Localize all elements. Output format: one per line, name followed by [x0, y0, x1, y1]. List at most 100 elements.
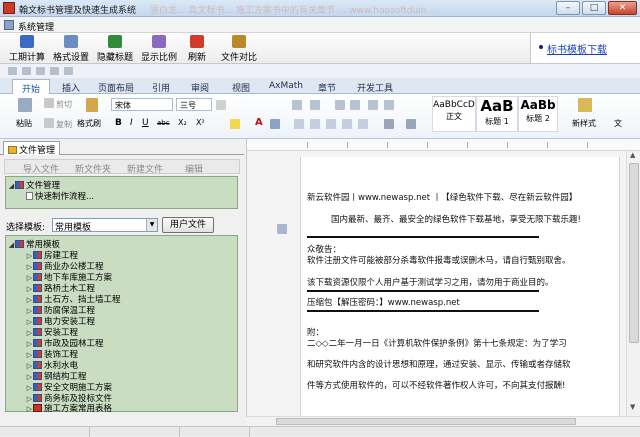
expand-icon[interactable]: ▷ [26, 362, 33, 370]
collapse-icon[interactable]: ◢ [8, 241, 15, 249]
tree-item[interactable]: ▷ 商业办公楼工程 [26, 260, 104, 272]
document-page[interactable]: 新云软件园丨www.newasp.net 丨【绿色软件下载、尽在新云软件园】 国… [300, 157, 620, 416]
new-style-button[interactable]: 新样式 [572, 118, 596, 129]
shading-icon[interactable] [384, 119, 394, 129]
tab-home[interactable]: 开始 [12, 79, 51, 95]
font-size-select[interactable]: 三号 [176, 98, 212, 111]
font-name-select[interactable]: 宋体 [111, 98, 173, 111]
collapse-icon[interactable]: ◢ [8, 182, 15, 190]
tab-insert[interactable]: 插入 [62, 81, 80, 94]
expand-icon[interactable]: ▷ [26, 307, 33, 315]
new-folder-button[interactable]: 新文件夹 [75, 162, 111, 175]
subscript-button[interactable]: X₂ [178, 118, 187, 127]
align-right-icon[interactable] [326, 119, 336, 129]
scroll-thumb[interactable] [276, 418, 576, 425]
user-files-button[interactable]: 用户文件 [162, 217, 214, 233]
justify-icon[interactable] [342, 119, 352, 129]
tree-root-common-templates[interactable]: ◢ 常用模板 [8, 238, 60, 250]
tree-item[interactable]: ▷ 房建工程 [26, 249, 78, 261]
borders-icon[interactable] [406, 119, 416, 129]
scroll-down-icon[interactable]: ▼ [630, 403, 635, 411]
italic-button[interactable]: I [130, 118, 133, 128]
undo-icon[interactable] [50, 67, 59, 75]
expand-icon[interactable]: ▷ [26, 285, 33, 293]
bold-button[interactable]: B [115, 118, 122, 128]
format-settings-button[interactable]: 格式设置 [50, 35, 92, 63]
ribbon-more-label[interactable]: 文 [614, 118, 622, 129]
sort-icon[interactable] [368, 100, 378, 110]
hide-title-button[interactable]: 隐藏标题 [94, 35, 136, 63]
print-icon[interactable] [36, 67, 45, 75]
template-download-link[interactable]: 标书模板下载 [547, 41, 607, 56]
tab-chapter[interactable]: 章节 [318, 81, 336, 94]
new-file-button[interactable]: 新建文件 [127, 162, 163, 175]
scroll-up-icon[interactable]: ▲ [630, 151, 635, 159]
tree-item[interactable]: ▷ 安全文明施工方案 [26, 381, 112, 393]
tree-item[interactable]: ▷ 路桥土木工程 [26, 282, 95, 294]
system-menu[interactable]: 系统管理 [18, 20, 54, 33]
expand-icon[interactable]: ▷ [26, 351, 33, 359]
tab-review[interactable]: 审阅 [191, 81, 209, 94]
expand-icon[interactable]: ▷ [26, 263, 33, 271]
open-icon[interactable] [22, 67, 31, 75]
line-spacing-icon[interactable] [358, 119, 368, 129]
maximize-button[interactable]: □ [582, 1, 606, 15]
tree-item[interactable]: ▷ 市政及园林工程 [26, 337, 104, 349]
close-button[interactable]: ✕ [608, 1, 637, 15]
expand-icon[interactable]: ▷ [26, 340, 33, 348]
refresh-button[interactable]: 刷新 [184, 35, 210, 63]
align-left-icon[interactable] [294, 119, 304, 129]
tree-item[interactable]: ▷ 装饰工程 [26, 348, 78, 360]
copy-button[interactable]: 复制 [56, 119, 72, 130]
tab-developer[interactable]: 开发工具 [357, 81, 393, 94]
tab-file-manager[interactable]: 文件管理 [3, 141, 61, 156]
strikethrough-button[interactable]: abc [157, 119, 170, 127]
new-style-icon[interactable] [578, 98, 592, 112]
tab-page-layout[interactable]: 页面布局 [98, 81, 134, 94]
tree-item[interactable]: ▷ 施工方案常用表格 [26, 402, 112, 414]
tree-root-file-manager[interactable]: ◢ 文件管理 [8, 179, 60, 191]
font-color-button[interactable]: A [255, 117, 263, 128]
tree-item[interactable]: ▷ 商务标及投标文件 [26, 392, 112, 404]
format-painter-button[interactable]: 格式刷 [77, 118, 101, 129]
format-painter-icon[interactable] [86, 98, 98, 112]
tree-item[interactable]: ▷ 土石方、挡土墙工程 [26, 293, 121, 305]
outdent-icon[interactable] [335, 100, 345, 110]
expand-icon[interactable]: ▷ [26, 252, 33, 260]
highlight-icon[interactable] [230, 119, 240, 129]
tree-item[interactable]: ▷ 钢结构工程 [26, 370, 87, 382]
tree-item[interactable]: ▷ 地下车库施工方案 [26, 271, 112, 283]
save-icon[interactable] [8, 67, 17, 75]
tab-references[interactable]: 引用 [152, 81, 170, 94]
tree-item[interactable]: ▷ 电力安装工程 [26, 315, 95, 327]
align-center-icon[interactable] [310, 119, 320, 129]
show-marks-icon[interactable] [384, 100, 394, 110]
edit-button[interactable]: 编辑 [185, 162, 203, 175]
char-border-icon[interactable] [270, 119, 280, 129]
numbering-icon[interactable] [310, 100, 320, 110]
file-compare-button[interactable]: 文件对比 [218, 35, 260, 63]
template-select[interactable]: 常用模板 ▼ [52, 218, 158, 233]
style-normal[interactable]: AaBbCcD 正文 [432, 96, 476, 132]
grow-font-icon[interactable] [216, 100, 226, 110]
expand-icon[interactable]: ▷ [26, 318, 33, 326]
tree-item[interactable]: ▷ 安装工程 [26, 326, 78, 338]
expand-icon[interactable]: ▷ [26, 384, 33, 392]
expand-icon[interactable]: ▷ [26, 373, 33, 381]
paragraph-options-icon[interactable] [277, 224, 287, 234]
paste-button[interactable]: 粘贴 [16, 118, 32, 129]
scroll-thumb[interactable] [629, 163, 639, 343]
tree-item[interactable]: ▷ 防腐保温工程 [26, 304, 95, 316]
vertical-scrollbar[interactable]: ▲ ▼ [626, 151, 640, 416]
tree-item-quick-flow[interactable]: 快速制作流程... [26, 190, 94, 202]
indent-icon[interactable] [350, 100, 360, 110]
horizontal-scrollbar[interactable] [246, 416, 640, 426]
style-heading-1[interactable]: AaB 标题 1 [476, 96, 518, 132]
superscript-button[interactable]: X² [196, 118, 205, 127]
cut-button[interactable]: 剪切 [56, 99, 72, 110]
style-heading-2[interactable]: AaBb 标题 2 [518, 96, 558, 132]
minimize-button[interactable]: – [556, 1, 580, 15]
import-file-button[interactable]: 导入文件 [23, 162, 59, 175]
bullets-icon[interactable] [292, 100, 302, 110]
expand-icon[interactable]: ▷ [26, 405, 33, 413]
